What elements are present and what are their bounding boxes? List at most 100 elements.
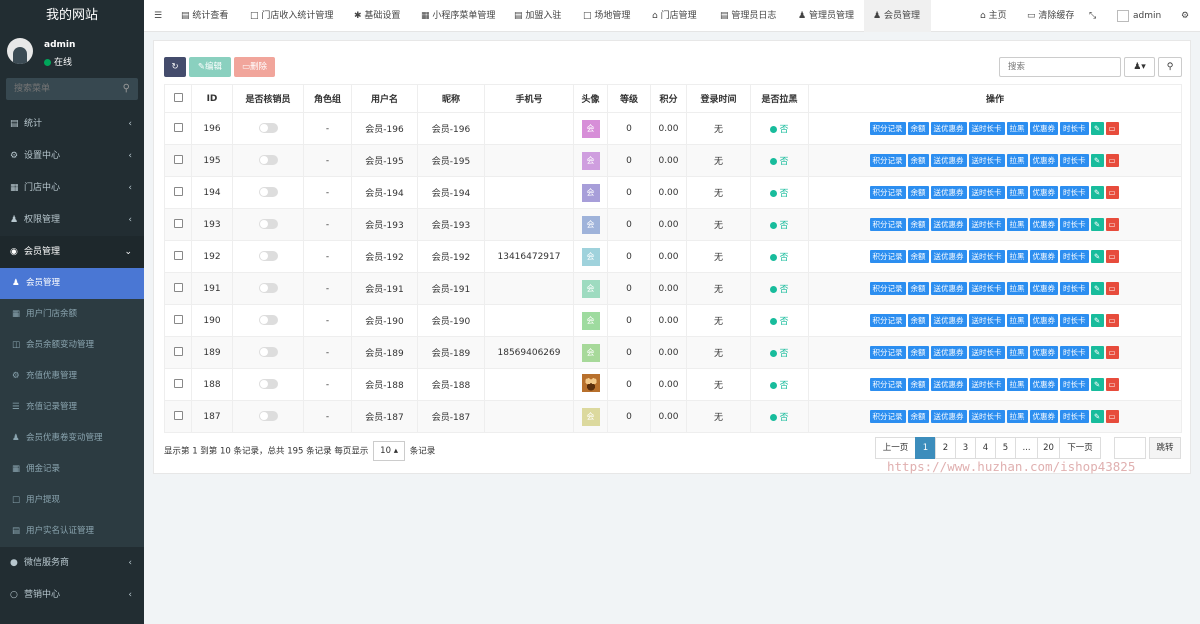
verifier-toggle[interactable] — [258, 155, 278, 166]
row-checkbox[interactable] — [173, 122, 183, 132]
action-button[interactable]: 拉黑 — [1006, 186, 1028, 199]
menu-item-stats[interactable]: ▤ 统计 ‹ — [0, 108, 144, 140]
app-title[interactable]: 我的网站 — [0, 0, 144, 32]
col-role[interactable]: 角色组 — [303, 84, 352, 113]
edit-pencil-icon[interactable]: ✎ — [1090, 154, 1104, 167]
action-button[interactable]: 送时长卡 — [968, 186, 1005, 199]
advanced-search-button[interactable]: ⚲ — [1158, 57, 1182, 77]
page-3[interactable]: 3 — [955, 437, 976, 459]
row-select[interactable] — [164, 240, 192, 273]
action-button[interactable]: 拉黑 — [1006, 378, 1028, 391]
select-all-checkbox[interactable] — [173, 92, 183, 102]
action-button[interactable]: 优惠券 — [1029, 122, 1058, 135]
action-button[interactable]: 拉黑 — [1006, 250, 1028, 263]
action-button[interactable]: 送优惠券 — [930, 378, 967, 391]
row-checkbox[interactable] — [173, 218, 183, 228]
action-button[interactable]: 时长卡 — [1060, 186, 1089, 199]
action-button[interactable]: 拉黑 — [1006, 154, 1028, 167]
fullscreen-icon[interactable]: ⤡ — [1089, 0, 1096, 32]
action-button[interactable]: 送时长卡 — [968, 410, 1005, 423]
action-button[interactable]: 送优惠券 — [930, 186, 967, 199]
col-id[interactable]: ID — [191, 84, 233, 113]
table-row[interactable]: 188- 会员-188 会员-188 0 0.00 无否积分记录 余额 送优惠券 送时长卡 拉黑优… — [164, 368, 1182, 401]
delete-trash-icon[interactable]: ▭ — [1105, 282, 1119, 295]
search-icon[interactable]: ⚲ — [123, 83, 130, 94]
page-5[interactable]: 5 — [995, 437, 1016, 459]
action-button[interactable]: 拉黑 — [1006, 314, 1028, 327]
delete-trash-icon[interactable]: ▭ — [1105, 218, 1119, 231]
edit-pencil-icon[interactable]: ✎ — [1090, 378, 1104, 391]
edit-pencil-icon[interactable]: ✎ — [1090, 218, 1104, 231]
row-checkbox[interactable] — [173, 378, 183, 388]
action-button[interactable]: 送优惠券 — [930, 122, 967, 135]
action-button[interactable]: 积分记录 — [869, 186, 906, 199]
action-button[interactable]: 送优惠券 — [930, 250, 967, 263]
table-row[interactable]: 191- 会员-191 会员-191 会 0 0.00 无否积分记录 余额 送优惠券 送时长卡 拉黑… — [164, 272, 1182, 305]
menu-item-stores[interactable]: ▦ 门店中心 ‹ — [0, 172, 144, 204]
col-login-time[interactable]: 登录时间 — [686, 84, 751, 113]
select-all-header[interactable] — [164, 84, 192, 113]
page-4[interactable]: 4 — [975, 437, 996, 459]
user-menu[interactable]: admin — [1117, 0, 1161, 32]
action-button[interactable]: 积分记录 — [869, 282, 906, 295]
submenu-item-coupon-changes[interactable]: ♟ 会员优惠卷变动管理 — [0, 423, 144, 454]
action-button[interactable]: 时长卡 — [1060, 154, 1089, 167]
action-button[interactable]: 积分记录 — [869, 346, 906, 359]
action-button[interactable]: 时长卡 — [1060, 410, 1089, 423]
action-button[interactable]: 余额 — [907, 378, 929, 391]
delete-trash-icon[interactable]: ▭ — [1105, 314, 1119, 327]
menu-item-wechat[interactable]: ● 微信服务商 ‹ — [0, 547, 144, 579]
delete-trash-icon[interactable]: ▭ — [1105, 250, 1119, 263]
action-button[interactable]: 优惠券 — [1029, 346, 1058, 359]
clear-cache-button[interactable]: ▭ 清除缓存 — [1027, 0, 1074, 32]
delete-trash-icon[interactable]: ▭ — [1105, 378, 1119, 391]
verifier-toggle[interactable] — [258, 283, 278, 294]
settings-icon[interactable]: ⚙ — [1181, 0, 1189, 32]
verifier-toggle[interactable] — [258, 251, 278, 262]
verifier-toggle[interactable] — [258, 219, 278, 230]
action-button[interactable]: 时长卡 — [1060, 250, 1089, 263]
verifier-toggle[interactable] — [258, 347, 278, 358]
jump-page-input[interactable] — [1114, 437, 1146, 459]
action-button[interactable]: 拉黑 — [1006, 218, 1028, 231]
menu-item-marketing[interactable]: ○ 营销中心 ‹ — [0, 579, 144, 611]
action-button[interactable]: 余额 — [907, 122, 929, 135]
table-row[interactable]: 194- 会员-194 会员-194 会 0 0.00 无否积分记录 余额 送优惠券 送时长卡 拉黑… — [164, 176, 1182, 209]
edit-pencil-icon[interactable]: ✎ — [1090, 410, 1104, 423]
page-1[interactable]: 1 — [915, 437, 936, 459]
menu-item-permissions[interactable]: ♟ 权限管理 ‹ — [0, 204, 144, 236]
action-button[interactable]: 送时长卡 — [968, 154, 1005, 167]
submenu-item-recharge-promos[interactable]: ⚙ 充值优惠管理 — [0, 361, 144, 392]
row-select[interactable] — [164, 272, 192, 305]
action-button[interactable]: 拉黑 — [1006, 410, 1028, 423]
action-button[interactable]: 余额 — [907, 250, 929, 263]
sidebar-toggle-icon[interactable]: ☰ — [154, 0, 162, 32]
action-button[interactable]: 送时长卡 — [968, 378, 1005, 391]
action-button[interactable]: 时长卡 — [1060, 346, 1089, 359]
submenu-item-withdraw[interactable]: □ 用户提现 — [0, 485, 144, 516]
verifier-toggle[interactable] — [258, 411, 278, 422]
col-nickname[interactable]: 昵称 — [417, 84, 485, 113]
action-button[interactable]: 优惠券 — [1029, 314, 1058, 327]
tab-venue[interactable]: □ 场地管理 — [583, 0, 630, 32]
table-search-input[interactable] — [999, 57, 1121, 77]
tab-miniapp-menu[interactable]: ▦ 小程序菜单管理 — [421, 0, 495, 32]
table-row[interactable]: 189- 会员-189 会员-189 18569406269 会 0 0.00 无否积分记录余… — [164, 336, 1182, 369]
tab-franchise[interactable]: ▤ 加盟入驻 — [514, 0, 561, 32]
table-row[interactable]: 190- 会员-190 会员-190 会 0 0.00 无否积分记录 余额 送优惠券 送时长卡 拉黑… — [164, 304, 1182, 337]
row-checkbox[interactable] — [173, 154, 183, 164]
submenu-item-commission[interactable]: ▦ 佣金记录 — [0, 454, 144, 485]
action-button[interactable]: 积分记录 — [869, 250, 906, 263]
action-button[interactable]: 时长卡 — [1060, 314, 1089, 327]
action-button[interactable]: 时长卡 — [1060, 378, 1089, 391]
row-select[interactable] — [164, 304, 192, 337]
delete-trash-icon[interactable]: ▭ — [1105, 154, 1119, 167]
action-button[interactable]: 送时长卡 — [968, 218, 1005, 231]
action-button[interactable]: 送时长卡 — [968, 314, 1005, 327]
table-row[interactable]: 196- 会员-196 会员-196 会 0 0.00 无否积分记录 余额 送优惠券 送时长卡 拉黑… — [164, 112, 1182, 145]
action-button[interactable]: 送优惠券 — [930, 314, 967, 327]
row-checkbox[interactable] — [173, 250, 183, 260]
delete-trash-icon[interactable]: ▭ — [1105, 186, 1119, 199]
col-avatar[interactable]: 头像 — [573, 84, 608, 113]
row-select[interactable] — [164, 400, 192, 433]
